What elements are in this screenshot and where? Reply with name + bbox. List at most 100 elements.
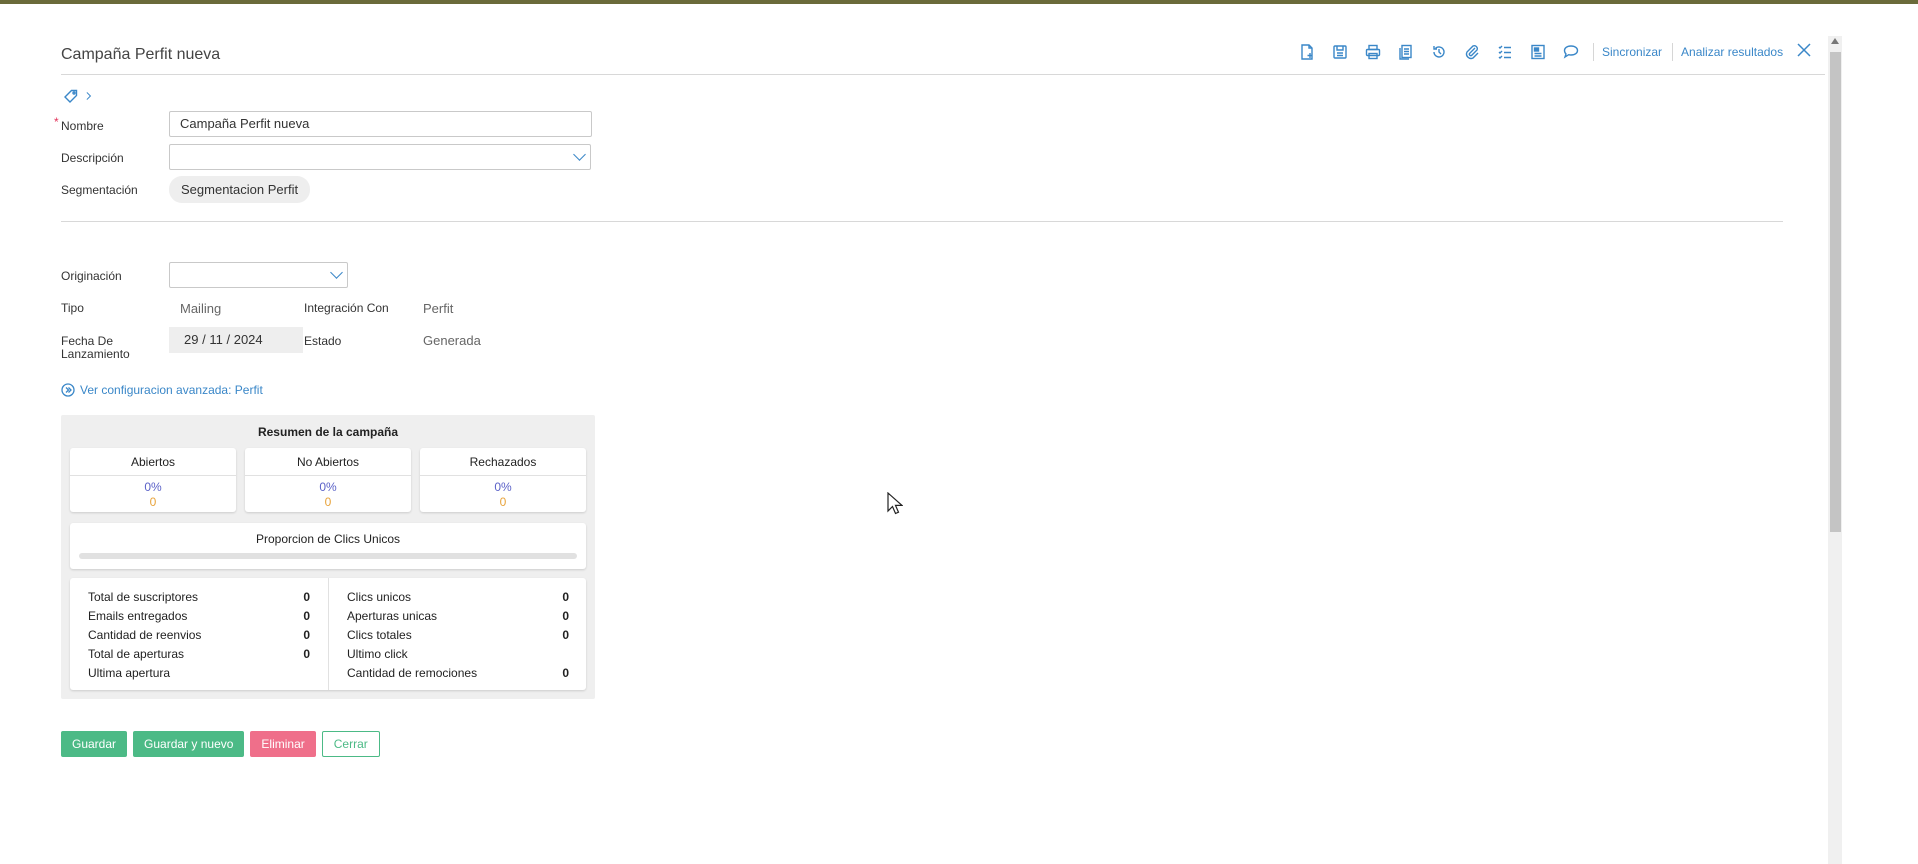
estado-value: Generada	[423, 333, 481, 348]
stat-label: Ultimo click	[347, 647, 408, 661]
checklist-icon[interactable]	[1494, 41, 1516, 63]
fecha-label-line2: Lanzamiento	[61, 347, 130, 361]
card-percent: 0%	[494, 480, 512, 494]
toolbar: Sincronizar Analizar resultados	[1296, 40, 1793, 64]
fecha-sep: /	[202, 332, 206, 347]
estado-label: Estado	[304, 334, 342, 348]
stat-row: Ultimo click	[347, 645, 569, 664]
descripcion-select[interactable]	[169, 144, 591, 170]
stat-label: Clics totales	[347, 628, 412, 642]
attachment-icon[interactable]	[1461, 41, 1483, 63]
print-icon[interactable]	[1362, 41, 1384, 63]
tag-icon[interactable]	[64, 89, 78, 103]
tag-breadcrumb[interactable]	[64, 89, 94, 103]
stat-card-abiertos: Abiertos 0% 0	[70, 448, 236, 512]
copy-icon[interactable]	[1395, 41, 1417, 63]
campaign-summary-panel: Resumen de la campaña Abiertos 0% 0 No A…	[61, 415, 595, 699]
window-top-border	[0, 0, 1918, 4]
new-document-icon[interactable]	[1296, 41, 1318, 63]
chevron-down-icon[interactable]	[330, 266, 343, 279]
stat-value: 0	[303, 628, 310, 642]
page-title: Campaña Perfit nueva	[61, 46, 221, 63]
chevron-right-icon[interactable]	[84, 89, 94, 103]
card-title: Abiertos	[70, 448, 236, 476]
originacion-select[interactable]	[169, 262, 348, 288]
stat-value: 0	[303, 609, 310, 623]
chevron-down-icon[interactable]	[573, 148, 586, 161]
stat-label: Ultima apertura	[88, 666, 171, 680]
stat-label: Total de suscriptores	[88, 590, 199, 604]
report-icon[interactable]	[1527, 41, 1549, 63]
header-divider	[61, 74, 1825, 75]
campaign-stats-table: Total de suscriptores 0 Emails entregados…	[70, 578, 586, 690]
descripcion-label: Descripción	[61, 151, 124, 165]
stat-row: Ultima apertura	[88, 664, 310, 683]
stat-value: 0	[562, 590, 569, 604]
tipo-label: Tipo	[61, 301, 84, 315]
stat-label: Clics unicos	[347, 590, 412, 604]
stat-value: 0	[303, 647, 310, 661]
stat-value: 0	[303, 590, 310, 604]
scroll-up-arrow-icon[interactable]	[1831, 38, 1839, 44]
stat-row: Emails entregados 0	[88, 607, 310, 626]
nombre-label: Nombre	[61, 119, 104, 133]
save-and-new-button[interactable]: Guardar y nuevo	[133, 731, 245, 757]
stats-left-column: Total de suscriptores 0 Emails entregados…	[88, 588, 310, 683]
stat-label: Total de aperturas	[88, 647, 185, 661]
originacion-label: Originación	[61, 269, 122, 283]
stat-value: 0	[562, 666, 569, 680]
save-button[interactable]: Guardar	[61, 731, 128, 757]
analyze-results-link[interactable]: Analizar resultados	[1681, 45, 1783, 59]
integracion-value: Perfit	[423, 301, 454, 316]
required-marker: *	[54, 115, 59, 129]
segmentacion-pill[interactable]: Segmentacion Perfit	[169, 176, 311, 203]
stat-row: Aperturas unicas 0	[347, 607, 569, 626]
scrollbar-thumb[interactable]	[1830, 52, 1841, 532]
close-button[interactable]: Cerrar	[321, 731, 380, 757]
stat-label: Cantidad de reenvios	[88, 628, 202, 642]
delete-button[interactable]: Eliminar	[250, 731, 316, 757]
stats-divider	[328, 578, 329, 690]
integracion-label: Integración Con	[304, 301, 389, 315]
fecha-label: Fecha De Lanzamiento	[61, 335, 130, 361]
fecha-lanzamiento-input[interactable]: 29 / 11 / 2024	[169, 327, 303, 353]
fecha-sep: /	[226, 332, 231, 347]
close-icon[interactable]	[1794, 40, 1814, 60]
stat-row: Clics unicos 0	[347, 588, 569, 607]
fecha-year: 2024	[233, 332, 263, 347]
circle-chevron-right-icon	[61, 383, 75, 397]
proportion-title: Proporcion de Clics Unicos	[255, 532, 401, 546]
mouse-cursor-icon	[887, 492, 903, 515]
toolbar-separator	[1593, 43, 1594, 61]
stat-label: Aperturas unicas	[347, 609, 438, 623]
stat-row: Cantidad de remociones 0	[347, 664, 569, 683]
stat-row: Clics totales 0	[347, 626, 569, 645]
fecha-label-line1: Fecha De	[61, 334, 114, 348]
sync-link[interactable]: Sincronizar	[1602, 45, 1662, 59]
card-count: 0	[324, 495, 332, 509]
stat-row: Total de aperturas 0	[88, 645, 310, 664]
advanced-config-label: Ver configuracion avanzada: Perfit	[80, 383, 263, 397]
card-title: No Abiertos	[245, 448, 411, 476]
proportion-bar	[79, 553, 577, 559]
card-count: 0	[499, 495, 507, 509]
advanced-config-link[interactable]: Ver configuracion avanzada: Perfit	[61, 383, 263, 397]
fecha-day: 29	[184, 332, 199, 347]
history-icon[interactable]	[1428, 41, 1450, 63]
toolbar-separator	[1672, 43, 1674, 61]
stat-label: Emails entregados	[88, 609, 188, 623]
nombre-input[interactable]: Campaña Perfit nueva	[169, 111, 592, 137]
unique-clicks-proportion-card: Proporcion de Clics Unicos	[70, 523, 586, 569]
stat-row: Total de suscriptores 0	[88, 588, 310, 607]
summary-title: Resumen de la campaña	[257, 425, 399, 439]
stat-card-no-abiertos: No Abiertos 0% 0	[245, 448, 411, 512]
comment-icon[interactable]	[1560, 41, 1582, 63]
card-title: Rechazados	[420, 448, 586, 476]
stat-value: 0	[562, 609, 569, 623]
stat-row: Cantidad de reenvios 0	[88, 626, 310, 645]
save-icon[interactable]	[1329, 41, 1351, 63]
stat-value: 0	[562, 628, 569, 642]
segmentacion-label: Segmentación	[61, 183, 138, 197]
stat-label: Cantidad de remociones	[347, 666, 478, 680]
card-percent: 0%	[319, 480, 337, 494]
